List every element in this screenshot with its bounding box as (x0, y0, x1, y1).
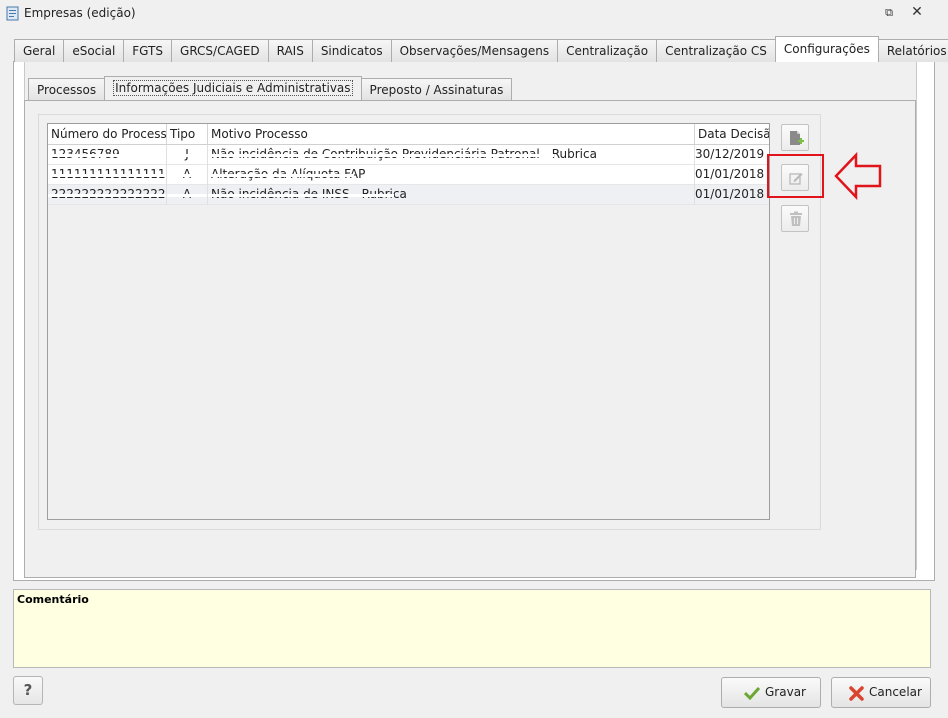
annotation-arrow-left-icon (834, 151, 882, 201)
grid-header: Número do Processo Tipo Motivo Processo … (48, 124, 769, 145)
cell-motivo: Alteração da Alíquota FAP (208, 165, 695, 185)
cell-numero: 123456789 (48, 145, 167, 165)
app-icon (6, 6, 19, 21)
redaction-bar (167, 174, 207, 177)
tab-rais[interactable]: RAIS (267, 39, 313, 62)
cell-numero: 11111111111111111 (48, 165, 167, 185)
window-title: Empresas (edição) (24, 6, 136, 20)
tab-configuracoes[interactable]: Configurações (774, 36, 879, 62)
cell-tipo: A (167, 165, 208, 185)
close-button[interactable]: ✕ (908, 4, 926, 22)
cancel-x-icon (849, 686, 864, 701)
save-button-label: Gravar (765, 685, 806, 699)
redaction-bar (48, 194, 166, 197)
column-header-data[interactable]: Data Decisão (695, 124, 769, 145)
tab-centralizacao-cs[interactable]: Centralização CS (656, 39, 776, 62)
tab-esocial[interactable]: eSocial (63, 39, 125, 62)
check-icon (744, 686, 760, 700)
title-bar: Empresas (edição) ⧉ ✕ (0, 0, 948, 28)
processes-grid[interactable]: Número do Processo Tipo Motivo Processo … (47, 123, 770, 520)
cell-motivo: Não incidência de Contribuição Previdenc… (208, 145, 695, 165)
cell-motivo: Não incidência de INSS - Rubrica (208, 185, 695, 205)
tab-geral[interactable]: Geral (14, 39, 65, 62)
add-process-button[interactable] (781, 124, 809, 151)
subtab-processos[interactable]: Processos (28, 78, 106, 100)
trash-icon (790, 211, 802, 226)
main-tabs: Geral eSocial FGTS GRCS/CAGED RAIS Sindi… (14, 36, 948, 62)
help-button[interactable]: ? (13, 676, 43, 705)
restore-button[interactable]: ⧉ (880, 6, 898, 22)
cell-tipo: A (167, 185, 208, 205)
tab-grcs-caged[interactable]: GRCS/CAGED (171, 39, 269, 62)
comment-field[interactable]: Comentário (13, 589, 931, 668)
annotation-highlight-box (767, 154, 824, 198)
column-header-tipo[interactable]: Tipo (167, 124, 208, 145)
tab-fgts[interactable]: FGTS (123, 39, 173, 62)
redaction-bar (208, 154, 554, 157)
add-document-icon (790, 131, 804, 145)
cell-data: 30/12/2019 (695, 147, 765, 161)
column-header-motivo[interactable]: Motivo Processo (208, 124, 695, 145)
tab-centralizacao[interactable]: Centralização (557, 39, 658, 62)
cell-tipo: J (167, 145, 208, 165)
cancel-button-label: Cancelar (869, 685, 922, 699)
tab-observacoes-mensagens[interactable]: Observações/Mensagens (390, 39, 559, 62)
comment-label: Comentário (17, 593, 89, 606)
cell-data: 01/01/2018 (695, 167, 765, 181)
sub-tabs: Processos Informações Judiciais e Admini… (28, 76, 513, 100)
column-header-numero[interactable]: Número do Processo (48, 124, 167, 145)
redaction-bar (208, 194, 394, 197)
table-row[interactable]: 123456789 J Não incidência de Contribuiç… (48, 145, 769, 165)
redaction-bar (48, 154, 166, 157)
table-row[interactable]: 22222222222222222 A Não incidência de IN… (48, 185, 769, 205)
delete-process-button[interactable] (781, 205, 809, 232)
cancel-button[interactable]: Cancelar (831, 677, 931, 708)
tab-sindicatos[interactable]: Sindicatos (311, 39, 392, 62)
redaction-bar (48, 174, 166, 177)
redaction-bar (167, 154, 207, 157)
redaction-bar (208, 174, 354, 177)
subtab-informacoes-judiciais[interactable]: Informações Judiciais e Administrativas (104, 76, 362, 100)
tab-relatorios[interactable]: Relatórios (877, 39, 948, 62)
redaction-bar (167, 194, 207, 197)
cell-numero: 22222222222222222 (48, 185, 167, 205)
save-button[interactable]: Gravar (721, 677, 821, 708)
subtab-informacoes-judiciais-label: Informações Judiciais e Administrativas (113, 80, 353, 96)
subtab-preposto-assinaturas[interactable]: Preposto / Assinaturas (360, 78, 513, 100)
cell-data: 01/01/2018 (695, 187, 765, 201)
table-row[interactable]: 11111111111111111 A Alteração da Alíquot… (48, 165, 769, 185)
